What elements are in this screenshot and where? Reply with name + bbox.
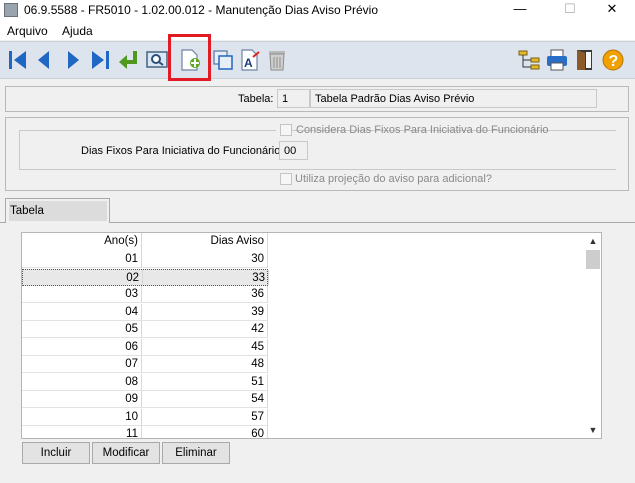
cell-dias-aviso: 30 xyxy=(142,251,268,267)
projecao-label: Utiliza projeção do aviso para adicional… xyxy=(295,173,492,185)
scroll-up-icon[interactable]: ▲ xyxy=(585,233,601,249)
cell-dias-aviso: 39 xyxy=(142,303,268,320)
cell-dias-aviso: 57 xyxy=(142,408,268,425)
help-button[interactable]: ? xyxy=(600,47,626,73)
grid-header: Ano(s) Dias Aviso xyxy=(22,233,268,251)
dias-fixos-field[interactable]: 00 xyxy=(279,141,308,160)
tabela-description-field: Tabela Padrão Dias Aviso Prévio xyxy=(310,89,597,108)
tab-tabela[interactable]: Tabela xyxy=(5,198,110,223)
toolbar: A ? xyxy=(0,41,635,79)
tab-tabela-label: Tabela xyxy=(10,205,44,217)
table-row[interactable]: 11 60 xyxy=(22,426,268,438)
edit-button[interactable]: A xyxy=(237,47,263,73)
cell-anos: 02 xyxy=(23,269,143,285)
app-icon xyxy=(4,3,18,17)
exit-button[interactable] xyxy=(572,47,598,73)
next-icon xyxy=(68,51,79,69)
previous-record-button[interactable] xyxy=(31,47,57,73)
last-icon xyxy=(92,51,109,69)
table-row[interactable]: 02 33 xyxy=(22,268,269,286)
cell-anos: 05 xyxy=(22,321,142,337)
previous-icon xyxy=(38,51,49,69)
table-row[interactable]: 09 54 xyxy=(22,391,268,408)
print-button[interactable] xyxy=(544,47,570,73)
incluir-button[interactable]: Incluir xyxy=(22,442,90,464)
menu-arquivo[interactable]: Arquivo xyxy=(7,24,48,38)
table-row[interactable]: 01 30 xyxy=(22,251,268,268)
delete-icon xyxy=(269,51,285,71)
cell-anos: 07 xyxy=(22,356,142,372)
tabela-panel: Tabela: 1 Tabela Padrão Dias Aviso Prévi… xyxy=(5,86,629,112)
cell-anos: 10 xyxy=(22,408,142,425)
exit-icon xyxy=(577,50,592,70)
copy-icon xyxy=(213,50,233,70)
table-row[interactable]: 05 42 xyxy=(22,321,268,338)
modificar-button[interactable]: Modificar xyxy=(92,442,160,464)
considera-checkbox[interactable] xyxy=(280,124,292,136)
grid-scrollbar[interactable]: ▲ ▼ xyxy=(585,233,601,438)
menu-bar: Arquivo Ajuda xyxy=(0,20,635,40)
close-button[interactable]: ✕ xyxy=(589,0,635,20)
table-row[interactable]: 04 39 xyxy=(22,303,268,321)
cell-dias-aviso: 33 xyxy=(143,269,269,285)
cell-dias-aviso: 51 xyxy=(142,373,268,390)
considera-label: Considera Dias Fixos Para Iniciativa do … xyxy=(296,124,549,136)
header-dias-aviso[interactable]: Dias Aviso xyxy=(142,233,268,251)
print-icon xyxy=(547,49,567,71)
edit-icon: A xyxy=(241,49,260,71)
cell-anos: 03 xyxy=(22,286,142,302)
search-button[interactable] xyxy=(144,47,170,73)
dias-fixos-label: Dias Fixos Para Iniciativa do Funcionári… xyxy=(81,145,284,157)
tree-icon xyxy=(518,50,540,70)
cell-anos: 04 xyxy=(22,303,142,320)
table-row[interactable]: 08 51 xyxy=(22,373,268,391)
header-anos[interactable]: Ano(s) xyxy=(22,233,142,251)
goto-icon xyxy=(119,51,137,69)
eliminar-button[interactable]: Eliminar xyxy=(162,442,230,464)
window-title: 06.9.5588 - FR5010 - 1.02.00.012 - Manut… xyxy=(24,3,378,17)
maximize-button[interactable]: ☐ xyxy=(547,0,593,20)
projecao-checkbox[interactable] xyxy=(280,173,292,185)
cell-dias-aviso: 54 xyxy=(142,391,268,407)
scroll-thumb[interactable] xyxy=(586,250,600,269)
cell-anos: 06 xyxy=(22,338,142,355)
copy-button[interactable] xyxy=(210,47,236,73)
cell-dias-aviso: 36 xyxy=(142,286,268,302)
cell-dias-aviso: 45 xyxy=(142,338,268,355)
help-label: ? xyxy=(609,53,619,70)
cell-anos: 11 xyxy=(22,426,142,438)
svg-text:A: A xyxy=(244,56,253,70)
goto-button[interactable] xyxy=(116,47,142,73)
table-row[interactable]: 07 48 xyxy=(22,356,268,373)
considera-option[interactable]: Considera Dias Fixos Para Iniciativa do … xyxy=(276,123,549,139)
last-record-button[interactable] xyxy=(87,47,113,73)
next-record-button[interactable] xyxy=(60,47,86,73)
table-row[interactable]: 03 36 xyxy=(22,286,268,303)
title-bar: 06.9.5588 - FR5010 - 1.02.00.012 - Manut… xyxy=(0,0,635,20)
cell-dias-aviso: 48 xyxy=(142,356,268,372)
search-icon xyxy=(146,51,168,68)
table-row[interactable]: 10 57 xyxy=(22,408,268,426)
cell-anos: 08 xyxy=(22,373,142,390)
cell-dias-aviso: 42 xyxy=(142,321,268,337)
table-row[interactable]: 06 45 xyxy=(22,338,268,356)
cell-anos: 09 xyxy=(22,391,142,407)
tabela-code-field[interactable]: 1 xyxy=(277,89,310,108)
dias-panel: Considera Dias Fixos Para Iniciativa do … xyxy=(5,117,629,191)
menu-ajuda[interactable]: Ajuda xyxy=(62,24,93,38)
tabela-label: Tabela: xyxy=(238,93,274,105)
first-icon xyxy=(9,51,26,69)
minimize-button[interactable]: — xyxy=(497,0,543,20)
first-record-button[interactable] xyxy=(5,47,31,73)
cell-dias-aviso: 60 xyxy=(142,426,268,438)
scroll-down-icon[interactable]: ▼ xyxy=(585,422,601,438)
dias-aviso-grid[interactable]: Ano(s) Dias Aviso 01 30 02 33 03 36 04 39 05 42 06… xyxy=(21,232,602,439)
help-icon: ? xyxy=(602,49,624,71)
cell-anos: 01 xyxy=(22,251,142,267)
add-button-highlight xyxy=(168,34,211,81)
tree-button[interactable] xyxy=(516,47,542,73)
delete-button[interactable] xyxy=(264,47,290,73)
